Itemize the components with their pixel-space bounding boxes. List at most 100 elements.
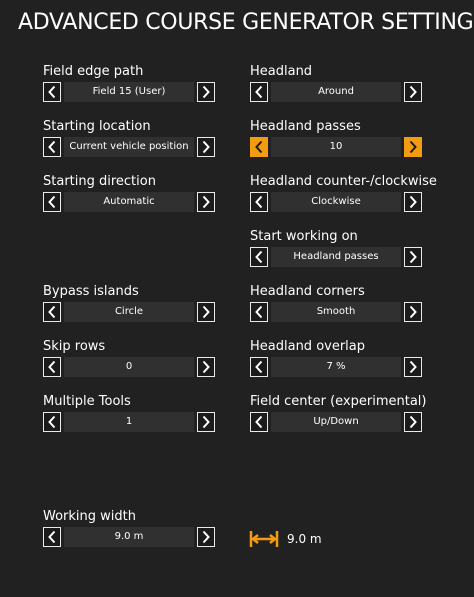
setting-value: Current vehicle position (64, 137, 194, 157)
setting-field-edge-path: Field edge path Field 15 (User) (43, 64, 219, 102)
start-working-on-selector[interactable]: Headland passes (250, 247, 422, 267)
page-title: ADVANCED COURSE GENERATOR SETTINGS (18, 10, 474, 35)
chevron-left-icon (48, 85, 56, 99)
next-button[interactable] (197, 82, 215, 102)
width-arrows-icon (249, 531, 279, 547)
headland-passes-selector[interactable]: 10 (250, 137, 422, 157)
prev-button[interactable] (250, 412, 268, 432)
starting-location-selector[interactable]: Current vehicle position (43, 137, 215, 157)
setting-label: Bypass islands (43, 284, 139, 299)
setting-label: Headland (250, 64, 313, 79)
next-button[interactable] (404, 192, 422, 212)
next-button[interactable] (404, 302, 422, 322)
next-button[interactable] (197, 137, 215, 157)
next-button[interactable] (197, 527, 215, 547)
chevron-left-icon (255, 415, 263, 429)
setting-label: Headland overlap (250, 339, 366, 354)
setting-value: 1 (64, 412, 194, 432)
prev-button[interactable] (43, 192, 61, 212)
setting-value: Headland passes (271, 247, 401, 267)
field-center-selector[interactable]: Up/Down (250, 412, 422, 432)
setting-label: Start working on (250, 229, 358, 244)
setting-label: Field edge path (43, 64, 144, 79)
setting-headland-direction: Headland counter-/clockwise Clockwise (250, 174, 437, 212)
setting-field-center: Field center (experimental) Up/Down (250, 394, 426, 432)
chevron-left-icon (255, 85, 263, 99)
setting-value: Around (271, 82, 401, 102)
prev-button[interactable] (43, 412, 61, 432)
headland-direction-selector[interactable]: Clockwise (250, 192, 422, 212)
setting-multiple-tools: Multiple Tools 1 (43, 394, 219, 432)
setting-label: Multiple Tools (43, 394, 131, 409)
headland-selector[interactable]: Around (250, 82, 422, 102)
chevron-right-icon (202, 140, 210, 154)
prev-button[interactable] (250, 82, 268, 102)
chevron-right-icon (409, 415, 417, 429)
chevron-left-icon (48, 415, 56, 429)
setting-label: Headland passes (250, 119, 361, 134)
chevron-left-icon (255, 250, 263, 264)
setting-value: 0 (64, 357, 194, 377)
next-button[interactable] (404, 412, 422, 432)
prev-button[interactable] (43, 527, 61, 547)
next-button[interactable] (197, 302, 215, 322)
setting-label: Headland corners (250, 284, 365, 299)
skip-rows-selector[interactable]: 0 (43, 357, 215, 377)
bypass-islands-selector[interactable]: Circle (43, 302, 215, 322)
setting-label: Field center (experimental) (250, 394, 427, 409)
setting-value: Field 15 (User) (64, 82, 194, 102)
setting-bypass-islands: Bypass islands Circle (43, 284, 219, 322)
setting-working-width: Working width 9.0 m (43, 509, 219, 547)
headland-corners-selector[interactable]: Smooth (250, 302, 422, 322)
next-button[interactable] (404, 137, 422, 157)
chevron-left-icon (48, 530, 56, 544)
prev-button[interactable] (250, 357, 268, 377)
prev-button[interactable] (43, 82, 61, 102)
next-button[interactable] (197, 412, 215, 432)
prev-button[interactable] (43, 357, 61, 377)
chevron-left-icon (255, 140, 263, 154)
next-button[interactable] (404, 82, 422, 102)
setting-label: Skip rows (43, 339, 106, 354)
next-button[interactable] (197, 357, 215, 377)
next-button[interactable] (404, 357, 422, 377)
chevron-left-icon (48, 140, 56, 154)
setting-value: Circle (64, 302, 194, 322)
setting-starting-location: Starting location Current vehicle positi… (43, 119, 219, 157)
working-width-selector[interactable]: 9.0 m (43, 527, 215, 547)
field-edge-path-selector[interactable]: Field 15 (User) (43, 82, 215, 102)
multiple-tools-selector[interactable]: 1 (43, 412, 215, 432)
chevron-right-icon (202, 85, 210, 99)
starting-direction-selector[interactable]: Automatic (43, 192, 215, 212)
setting-headland: Headland Around (250, 64, 426, 102)
setting-value: 9.0 m (64, 527, 194, 547)
setting-value: Up/Down (271, 412, 401, 432)
setting-label: Starting direction (43, 174, 156, 189)
prev-button[interactable] (43, 302, 61, 322)
setting-value: 10 (271, 137, 401, 157)
chevron-left-icon (255, 195, 263, 209)
prev-button[interactable] (43, 137, 61, 157)
setting-skip-rows: Skip rows 0 (43, 339, 219, 377)
setting-starting-direction: Starting direction Automatic (43, 174, 219, 212)
chevron-right-icon (202, 195, 210, 209)
prev-button[interactable] (250, 302, 268, 322)
headland-overlap-selector[interactable]: 7 % (250, 357, 422, 377)
prev-button[interactable] (250, 192, 268, 212)
working-width-text: 9.0 m (287, 532, 322, 546)
next-button[interactable] (197, 192, 215, 212)
chevron-left-icon (48, 305, 56, 319)
prev-button[interactable] (250, 247, 268, 267)
chevron-right-icon (202, 530, 210, 544)
setting-value: Automatic (64, 192, 194, 212)
chevron-right-icon (409, 140, 417, 154)
chevron-right-icon (202, 360, 210, 374)
chevron-right-icon (202, 305, 210, 319)
chevron-right-icon (409, 195, 417, 209)
setting-label: Working width (43, 509, 136, 524)
next-button[interactable] (404, 247, 422, 267)
setting-label: Starting location (43, 119, 151, 134)
setting-start-working-on: Start working on Headland passes (250, 229, 426, 267)
chevron-left-icon (48, 360, 56, 374)
prev-button[interactable] (250, 137, 268, 157)
